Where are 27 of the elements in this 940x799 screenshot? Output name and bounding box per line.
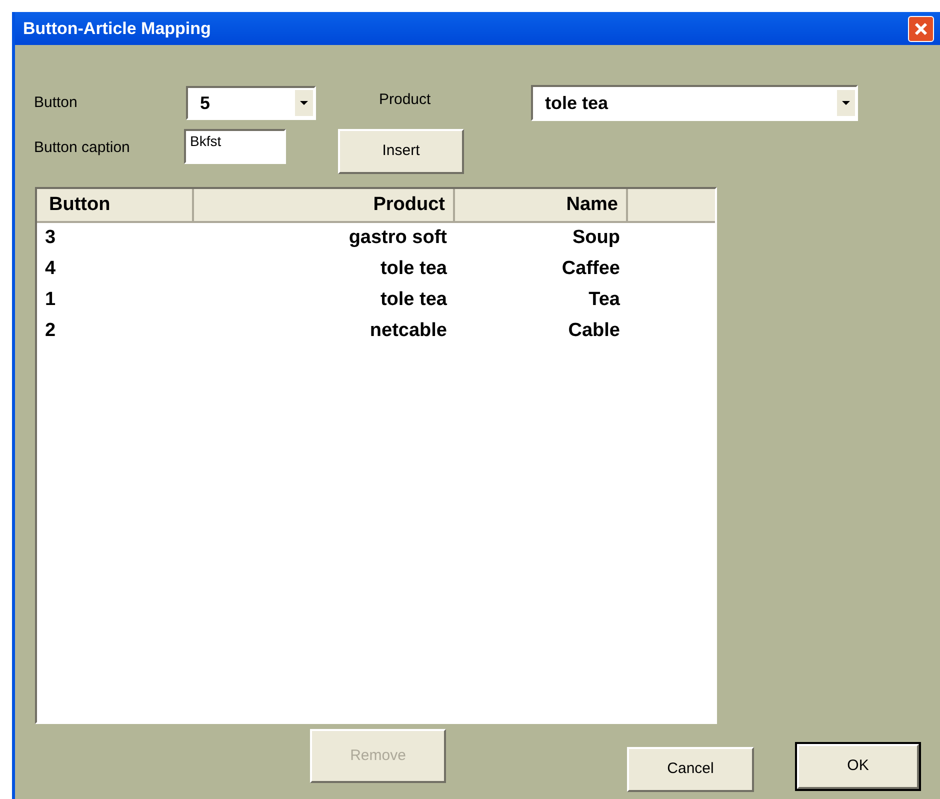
caption-input-field[interactable]: Bkfst: [184, 129, 286, 164]
field-label: Product: [379, 90, 432, 110]
close-button[interactable]: [908, 16, 934, 42]
product-dropdown[interactable]: tole tea: [531, 85, 858, 121]
table-cell-text: Caffee: [560, 257, 621, 282]
window-title: Button-Article Mapping: [23, 18, 211, 40]
column-header[interactable]: Button: [37, 189, 194, 223]
table-cell-text: 1: [44, 288, 57, 312]
cancel-button[interactable]: Cancel: [627, 747, 754, 792]
table-cell-text: Tea: [588, 288, 621, 312]
button-number-dropdown[interactable]: 5: [186, 86, 316, 120]
insert-button[interactable]: Insert: [338, 129, 464, 174]
table-cell-text: netcable: [368, 319, 448, 344]
table-cell-text: 2: [44, 319, 57, 344]
column-header[interactable]: Product: [194, 189, 455, 223]
close-icon: [914, 22, 928, 36]
field-label: Button: [34, 92, 78, 113]
table-cell-text: tole tea: [379, 257, 448, 282]
table-cell-text: gastro soft: [348, 226, 448, 250]
table-cell-text: Cable: [567, 319, 621, 344]
table-cell-text: Soup: [572, 226, 621, 250]
field-label: Button caption: [34, 138, 131, 158]
ok-button[interactable]: OK: [797, 744, 919, 789]
column-header[interactable]: Name: [455, 189, 628, 223]
table-cell-text: 4: [44, 257, 57, 282]
table-cell-text: tole tea: [379, 288, 448, 312]
table-cell-text: 3: [44, 226, 57, 250]
